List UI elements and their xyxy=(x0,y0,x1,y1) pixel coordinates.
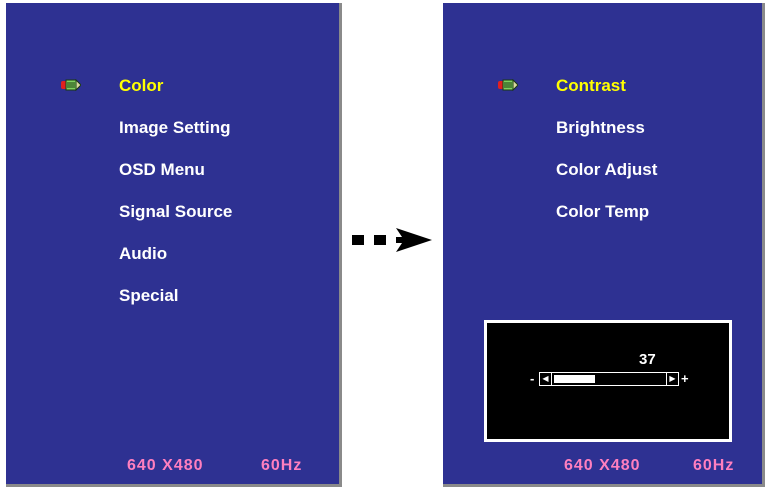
menu-item-audio[interactable]: Audio xyxy=(119,244,167,264)
submenu-item-contrast[interactable]: Contrast xyxy=(556,76,626,96)
resolution-readout: 640 X480 xyxy=(127,457,204,474)
slider-fill xyxy=(554,375,595,383)
main-menu-panel: Color Image Setting OSD Menu Signal Sour… xyxy=(6,3,342,487)
pencil-selector-icon xyxy=(498,79,518,91)
submenu-item-color-adjust[interactable]: Color Adjust xyxy=(556,160,657,180)
submenu-item-brightness[interactable]: Brightness xyxy=(556,118,645,138)
plus-sign: + xyxy=(681,371,689,386)
contrast-adjust-box: 37 - ◀ ▶ + xyxy=(484,320,732,442)
resolution-readout: 640 X480 xyxy=(564,457,641,474)
refresh-rate-readout: 60Hz xyxy=(261,457,303,474)
dashed-right-arrow-icon xyxy=(352,228,432,252)
menu-item-image-setting[interactable]: Image Setting xyxy=(119,118,230,138)
minus-sign: - xyxy=(530,371,535,386)
submenu-item-color-temp[interactable]: Color Temp xyxy=(556,202,649,222)
menu-item-osd-menu[interactable]: OSD Menu xyxy=(119,160,205,180)
pencil-selector-icon xyxy=(61,79,81,91)
refresh-rate-readout: 60Hz xyxy=(693,457,735,474)
contrast-slider[interactable]: ◀ ▶ xyxy=(539,372,679,386)
menu-item-color[interactable]: Color xyxy=(119,76,163,96)
slider-right-arrow-icon[interactable]: ▶ xyxy=(666,373,678,385)
menu-item-special[interactable]: Special xyxy=(119,286,179,306)
menu-item-signal-source[interactable]: Signal Source xyxy=(119,202,232,222)
slider-left-arrow-icon[interactable]: ◀ xyxy=(540,373,552,385)
contrast-value: 37 xyxy=(639,351,656,368)
